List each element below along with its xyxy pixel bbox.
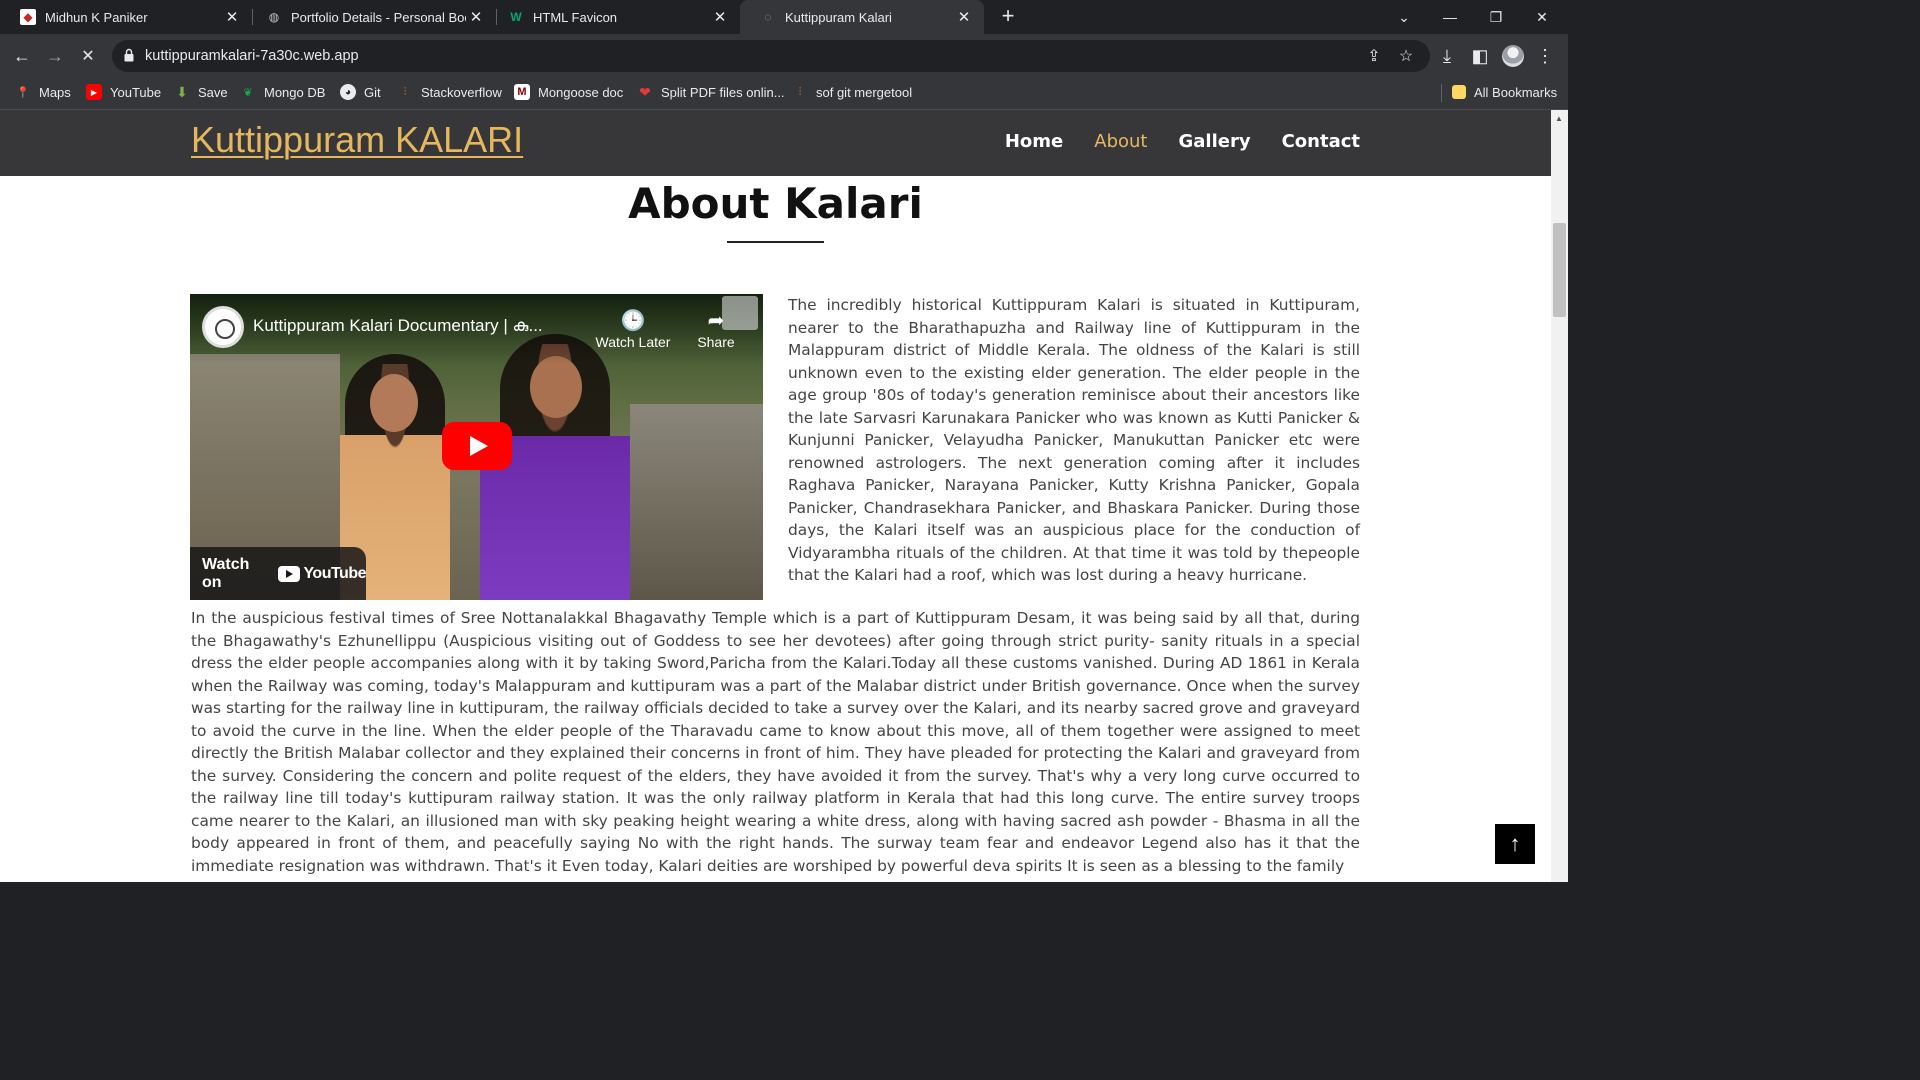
- youtube-play-icon: [278, 565, 301, 582]
- new-tab-button[interactable]: +: [996, 5, 1020, 29]
- back-arrow-icon[interactable]: ←: [8, 42, 36, 70]
- github-icon: ◕: [340, 84, 356, 100]
- pdf-heart-icon: ❤: [639, 83, 651, 100]
- profile-favicon: ◆: [20, 9, 36, 25]
- restore-button[interactable]: ❐: [1473, 0, 1519, 34]
- tab-kuttippuram-kalari[interactable]: ◌ Kuttippuram Kalari ✕: [740, 0, 984, 34]
- clock-icon: 🕒: [620, 310, 646, 332]
- w3schools-icon: W: [510, 10, 522, 24]
- mongodb-leaf-icon: ❦: [243, 86, 253, 99]
- channel-watermark-icon: [722, 296, 758, 330]
- site-navbar: Kuttippuram KALARI Home About Gallery Co…: [0, 110, 1551, 176]
- title-divider: [727, 241, 824, 243]
- scrollbar-thumb[interactable]: [1553, 223, 1566, 317]
- stackoverflow-icon: ⫶: [798, 85, 802, 98]
- video-thumbnail-figure: [370, 374, 418, 432]
- bookmark-stackoverflow[interactable]: ⫶ Stackoverflow: [397, 78, 502, 106]
- nav-home[interactable]: Home: [1005, 131, 1063, 152]
- folder-icon: [1452, 85, 1466, 99]
- back-to-top-button[interactable]: ↑: [1495, 824, 1535, 864]
- maps-icon: 📍: [16, 86, 30, 99]
- bookmark-mongoose[interactable]: M Mongoose doc: [514, 78, 623, 106]
- video-thumbnail-figure: [530, 356, 582, 418]
- forward-arrow-icon[interactable]: →: [41, 42, 69, 70]
- nav-gallery[interactable]: Gallery: [1178, 131, 1250, 152]
- url-text[interactable]: kuttippuramkalari-7a30c.web.app: [145, 40, 359, 72]
- section-title: About Kalari: [628, 179, 923, 228]
- address-bar[interactable]: kuttippuramkalari-7a30c.web.app ⇪ ☆: [112, 40, 1430, 72]
- tab-search-chevron-icon[interactable]: ⌄: [1381, 0, 1427, 34]
- stop-loading-icon[interactable]: ✕: [74, 42, 102, 70]
- all-bookmarks-button[interactable]: All Bookmarks: [1452, 78, 1557, 106]
- tab-midhun[interactable]: ◆ Midhun K Paniker ✕: [0, 0, 252, 34]
- video-title[interactable]: Kuttippuram Kalari Documentary | കു...: [253, 316, 583, 336]
- about-paragraph-1: The incredibly historical Kuttippuram Ka…: [788, 296, 1360, 584]
- stackoverflow-icon: ⫶: [403, 85, 407, 98]
- bookmark-save[interactable]: ⬇ Save: [174, 78, 228, 106]
- channel-avatar[interactable]: [202, 306, 244, 348]
- globe-icon: ◌: [764, 10, 772, 24]
- video-thumbnail-wall: [630, 404, 763, 600]
- watch-on-youtube-button[interactable]: Watch on YouTube: [190, 547, 366, 600]
- bookmark-maps[interactable]: 📍 Maps: [15, 78, 71, 106]
- menu-kebab-icon[interactable]: ⋮: [1531, 42, 1559, 70]
- mongoose-icon: M: [514, 84, 530, 100]
- bookmark-split-pdf[interactable]: ❤ Split PDF files onlin...: [637, 78, 784, 106]
- bookmarks-divider: [1441, 84, 1442, 102]
- tab-strip: ◆ Midhun K Paniker ✕ ◍ Portfolio Details…: [0, 0, 1568, 34]
- close-icon[interactable]: ✕: [466, 8, 486, 26]
- bookmark-sof-git-mergetool[interactable]: ⫶ sof git mergetool: [792, 78, 912, 106]
- window-close-button[interactable]: ✕: [1519, 0, 1565, 34]
- side-panel-icon[interactable]: ◧: [1466, 42, 1494, 70]
- youtube-logo: YouTube: [278, 565, 366, 583]
- youtube-video-embed[interactable]: Kuttippuram Kalari Documentary | കു... 🕒…: [190, 294, 763, 600]
- globe-icon: ◍: [268, 10, 280, 24]
- close-icon[interactable]: ✕: [954, 8, 974, 26]
- play-button[interactable]: [442, 422, 512, 470]
- minimize-button[interactable]: —: [1427, 0, 1473, 34]
- download-arrow-icon: ⬇: [176, 83, 188, 100]
- lock-icon: [124, 48, 134, 62]
- bookmarks-bar: 📍 Maps ▶ YouTube ⬇ Save ❦ Mongo DB ◕ Git…: [0, 78, 1568, 110]
- scroll-up-arrow-icon[interactable]: ▲: [1555, 114, 1563, 123]
- arrow-up-icon: ↑: [1509, 831, 1521, 856]
- downloads-icon[interactable]: ⤓: [1433, 42, 1461, 70]
- nav-contact[interactable]: Contact: [1282, 131, 1360, 152]
- bookmark-youtube[interactable]: ▶ YouTube: [86, 78, 161, 106]
- tab-portfolio[interactable]: ◍ Portfolio Details - Personal Boot ✕: [246, 0, 496, 34]
- site-brand-link[interactable]: Kuttippuram KALARI: [191, 119, 523, 161]
- profile-avatar[interactable]: [1502, 45, 1524, 67]
- watch-later-button[interactable]: 🕒 Watch Later: [591, 308, 675, 350]
- bookmark-mongodb[interactable]: ❦ Mongo DB: [240, 78, 325, 106]
- nav-about[interactable]: About: [1094, 131, 1147, 152]
- page-scrollbar[interactable]: ▲: [1551, 110, 1568, 882]
- youtube-icon: ▶: [86, 84, 102, 100]
- bookmark-star-icon[interactable]: ☆: [1394, 44, 1418, 68]
- about-paragraph-2: In the auspicious festival times of Sree…: [191, 609, 1360, 875]
- tab-html-favicon[interactable]: W HTML Favicon ✕: [488, 0, 740, 34]
- page-viewport: Kuttippuram KALARI Home About Gallery Co…: [0, 110, 1551, 882]
- close-icon[interactable]: ✕: [222, 8, 242, 26]
- share-icon[interactable]: ⇪: [1362, 44, 1386, 68]
- close-icon[interactable]: ✕: [710, 8, 730, 26]
- browser-toolbar: ← → ✕ kuttippuramkalari-7a30c.web.app ⇪ …: [0, 34, 1568, 78]
- site-nav-links: Home About Gallery Contact: [974, 131, 1360, 152]
- bookmark-git[interactable]: ◕ Git: [340, 78, 381, 106]
